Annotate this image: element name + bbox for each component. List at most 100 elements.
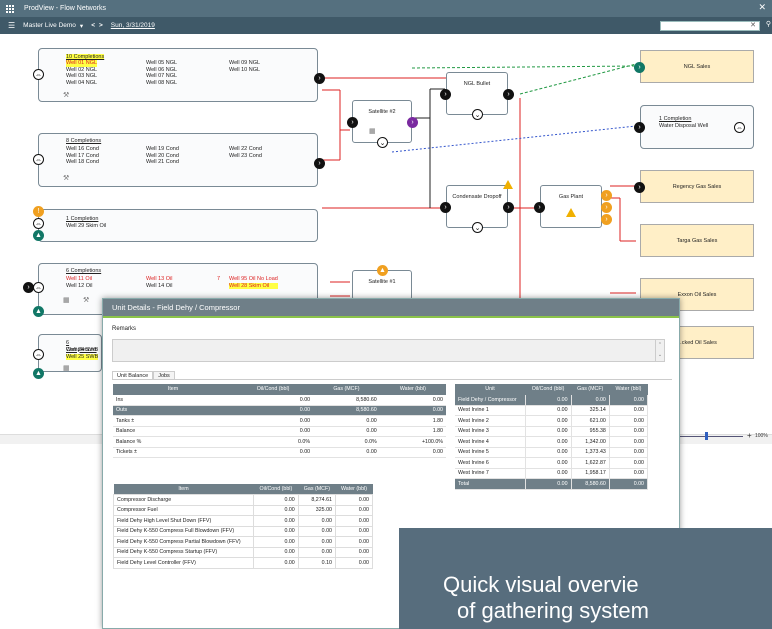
- inlet-arrow-icon[interactable]: ›: [634, 182, 645, 193]
- wrench-icon[interactable]: ⚒: [63, 174, 69, 182]
- table-row[interactable]: West Irvine 4 0.00 1,342.00 0.00: [455, 436, 649, 448]
- expand-node-icon[interactable]: ▲: [33, 368, 44, 379]
- outlet-arrow-icon[interactable]: ›: [407, 117, 418, 128]
- scenario-select[interactable]: Master Live Demo: [23, 22, 76, 29]
- outlet-arrow-icon[interactable]: ›: [601, 202, 612, 213]
- well-item[interactable]: Well 16 Cond: [66, 146, 99, 153]
- outlet-arrow-icon[interactable]: ›: [601, 214, 612, 225]
- table-row[interactable]: Field Dehy High Level Shut Down (FFV) 0.0…: [113, 515, 374, 527]
- table-row[interactable]: Field Dehy / Compressor 0.00 0.00 0.00: [455, 394, 649, 406]
- targa-gas-sales-node[interactable]: Targa Gas Sales: [640, 224, 754, 257]
- well-item[interactable]: Well 10 NGL: [229, 67, 260, 74]
- well-item[interactable]: Well 25 SWB: [66, 353, 99, 361]
- expand-node-icon[interactable]: ▲: [33, 230, 44, 241]
- table-row[interactable]: West Irvine 5 0.00 1,373.43 0.00: [455, 447, 649, 458]
- column-header[interactable]: Item: [113, 484, 254, 495]
- well-item[interactable]: Well 24 SWB: [66, 347, 98, 354]
- zoom-in-button[interactable]: +: [747, 431, 752, 440]
- column-header[interactable]: Oil/Cond (bbl): [233, 384, 314, 395]
- regency-gas-sales-node[interactable]: Regency Gas Sales ›: [634, 170, 754, 203]
- well-item[interactable]: Well 14 Oil: [146, 283, 173, 290]
- gas-plant-node[interactable]: Gas Plant › › › ›: [534, 185, 612, 228]
- inlet-arrow-icon[interactable]: ›: [634, 122, 645, 133]
- inlet-arrow-icon[interactable]: ›: [440, 202, 451, 213]
- table-row[interactable]: Field Dehy K-550 Compress Startup (FFV) 0…: [113, 546, 374, 558]
- water-disposal-node[interactable]: 1 Completion Water Disposal Well › ⇔: [634, 105, 754, 149]
- calc-icon[interactable]: ▦: [63, 296, 70, 304]
- completions-link[interactable]: 1 Completion: [659, 116, 708, 123]
- column-header[interactable]: Item: [113, 384, 233, 395]
- condensate-dropoff-node[interactable]: Condensate Dropoff › › ⌄: [440, 180, 514, 233]
- expand-node-icon[interactable]: ▲: [33, 306, 44, 317]
- inlet-arrow-icon[interactable]: ›: [534, 202, 545, 213]
- outlet-arrow-icon[interactable]: ›: [503, 202, 514, 213]
- outlet-arrow-icon[interactable]: ›: [601, 190, 612, 201]
- well-group-skim[interactable]: 1 Completion Well 29 Skim Oil ! ⇔ ▲: [33, 206, 318, 242]
- search-icon[interactable]: ⚲: [766, 20, 771, 28]
- table-row[interactable]: West Irvine 1 0.00 325.14 0.00: [455, 405, 649, 416]
- clear-search-icon[interactable]: ✕: [750, 21, 756, 29]
- wrench-icon[interactable]: ⚒: [83, 296, 89, 304]
- well-group-node-icon[interactable]: ⇔: [33, 349, 44, 360]
- chevron-down-icon[interactable]: ▾: [80, 22, 83, 30]
- ngl-bullet-node[interactable]: NGL Bullet › › ⌄: [440, 72, 514, 120]
- inlet-arrow-icon[interactable]: ›: [634, 62, 645, 73]
- well-item[interactable]: Well 18 Cond: [66, 159, 99, 166]
- well-group-cond[interactable]: 8 Completions Well 16 Cond Well 17 Cond …: [33, 133, 325, 187]
- completions-link[interactable]: 8 Completions: [66, 138, 101, 144]
- completions-link[interactable]: 1 Completion: [66, 216, 98, 222]
- zoom-track[interactable]: [677, 436, 743, 437]
- well-item[interactable]: Well 05 NGL: [146, 60, 177, 67]
- well-item[interactable]: Well 17 Cond: [66, 153, 99, 160]
- app-grid-icon[interactable]: [6, 4, 14, 13]
- well-item[interactable]: Well 95 Oil No Load: [229, 276, 278, 283]
- table-row[interactable]: Compressor Fuel 0.00 325.00 0.00: [113, 504, 374, 516]
- collapse-node-icon[interactable]: ⌄: [472, 109, 483, 120]
- well-group-ngl[interactable]: 10 Completions Well 01 NGL Well 02 NGL W…: [33, 48, 325, 102]
- close-icon[interactable]: ✕: [758, 2, 766, 13]
- next-date-button[interactable]: >: [99, 22, 103, 29]
- menu-icon[interactable]: ☰: [8, 21, 15, 30]
- table-row[interactable]: West Irvine 3 0.00 955.38 0.00: [455, 426, 649, 437]
- well-group-node-icon[interactable]: ⇔: [33, 69, 44, 80]
- well-item[interactable]: Well 13 Oil: [146, 276, 173, 283]
- well-group-node-icon[interactable]: ⇔: [33, 154, 44, 165]
- satellite-2-node[interactable]: Satellite #2 › › ⌄ ▦: [347, 100, 418, 148]
- table-row[interactable]: Tickets ±0.00 0.00 0.00: [113, 447, 446, 458]
- table-row[interactable]: Balance % 0.0% 0.0% +100.0%: [113, 436, 446, 448]
- wrench-icon[interactable]: ⚒: [63, 91, 69, 99]
- collapse-node-icon[interactable]: ⌄: [472, 222, 483, 233]
- completions-link[interactable]: 6 Completions: [66, 268, 101, 274]
- well-item[interactable]: Well 28 Skim Oil: [229, 282, 278, 290]
- well-item[interactable]: Well 02 NGL: [66, 67, 97, 74]
- zoom-slider[interactable]: [705, 432, 708, 440]
- search-input[interactable]: [660, 21, 760, 31]
- remarks-textarea[interactable]: ⌃ ⌄: [112, 339, 665, 362]
- table-row[interactable]: West Irvine 7 0.00 1,958.17 0.00: [455, 468, 649, 479]
- collapse-node-icon[interactable]: ⌄: [377, 137, 388, 148]
- table-row[interactable]: Field Dehy K-550 Compress Full Blowdown …: [113, 525, 374, 537]
- column-header[interactable]: Gas (MCF): [298, 484, 336, 495]
- table-row[interactable]: Outs 0.00 8,580.60 0.00: [113, 405, 446, 416]
- well-group-node-icon[interactable]: ⇔: [33, 218, 44, 229]
- outlet-arrow-icon[interactable]: ›: [314, 73, 325, 84]
- outlet-arrow-icon[interactable]: ›: [503, 89, 514, 100]
- well-item[interactable]: Well 11 Oil: [66, 276, 93, 283]
- date-link[interactable]: Sun, 3/31/2019: [111, 22, 155, 29]
- well-item[interactable]: Well 20 Cond: [146, 153, 179, 160]
- table-row[interactable]: Total 0.00 8,580.60 0.00: [455, 478, 649, 490]
- well-item[interactable]: Well 04 NGL: [66, 80, 97, 87]
- table-row[interactable]: Field Dehy Level Controller (FFV) 0.00 0.1…: [113, 557, 374, 569]
- column-header[interactable]: Gas (MCF): [313, 384, 380, 395]
- inlet-arrow-icon[interactable]: ›: [440, 89, 451, 100]
- table-row[interactable]: Compressor Discharge 0.00 8,274.61 0.00: [113, 494, 374, 506]
- table-row[interactable]: West Irvine 2 0.00 621.00 0.00: [455, 415, 649, 427]
- well-item[interactable]: Well 29 Skim Oil: [66, 223, 106, 230]
- warning-node-icon[interactable]: !: [33, 206, 44, 217]
- remarks-scrollbar[interactable]: ⌃ ⌄: [655, 340, 664, 361]
- prev-date-button[interactable]: <: [91, 22, 95, 29]
- well-item[interactable]: Well 09 NGL: [229, 60, 260, 67]
- well-item[interactable]: Well 06 NGL: [146, 67, 177, 74]
- well-group-node-icon[interactable]: ⇔: [33, 282, 44, 293]
- well-item[interactable]: Well 07 NGL: [146, 73, 177, 80]
